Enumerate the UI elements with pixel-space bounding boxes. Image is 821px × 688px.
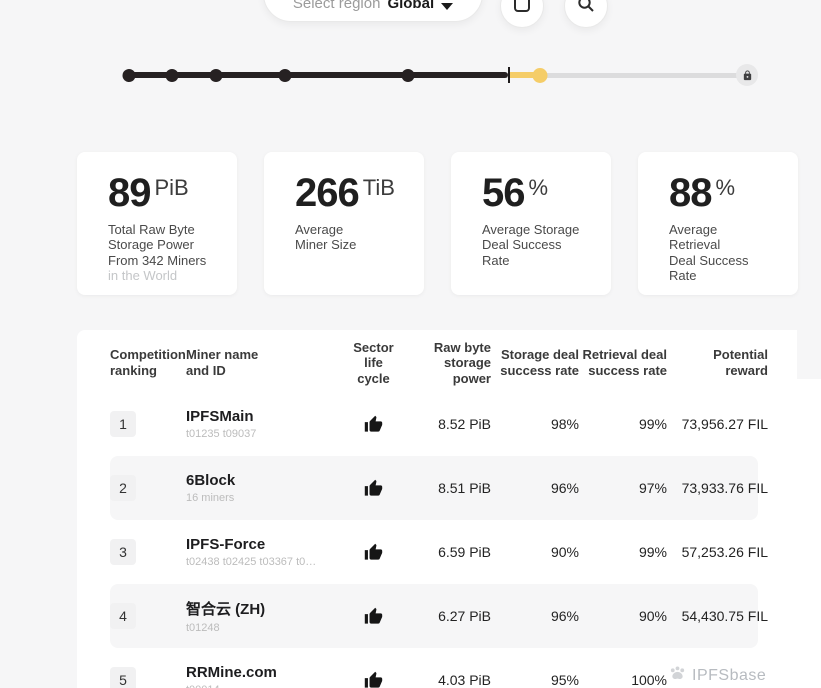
stat-label: Total Raw Byte Storage Power From 342 Mi… xyxy=(108,222,229,268)
timeline-dot[interactable] xyxy=(123,69,136,82)
stat-card-avg-miner-size: 266TiB Average Miner Size xyxy=(264,152,424,295)
table-row[interactable]: 2 6Block 16 miners 8.51 PiB 96% 97% 73,9… xyxy=(110,456,768,520)
retrieval-success-value: 99% xyxy=(579,544,667,560)
bookmark-button[interactable] xyxy=(500,0,544,28)
storage-success-value: 95% xyxy=(491,672,579,688)
raw-byte-power-value: 4.03 PiB xyxy=(421,672,491,688)
thumbs-up-icon xyxy=(364,671,383,688)
timeline-dot[interactable] xyxy=(209,69,222,82)
header-potential-reward: Potential reward xyxy=(667,347,768,378)
stat-card-total-power: 89PiB Total Raw Byte Storage Power From … xyxy=(77,152,237,295)
stat-unit: % xyxy=(716,175,736,201)
raw-byte-power-value: 6.27 PiB xyxy=(421,608,491,624)
raw-byte-power-value: 8.51 PiB xyxy=(421,480,491,496)
header-storage-success: Storage deal success rate xyxy=(491,347,579,378)
retrieval-success-value: 99% xyxy=(579,416,667,432)
slider-tick xyxy=(508,67,510,83)
storage-success-value: 96% xyxy=(491,608,579,624)
storage-success-value: 96% xyxy=(491,480,579,496)
header-retrieval-success: Retrieval deal success rate xyxy=(579,347,667,378)
table-header: Competition ranking Miner name and ID Se… xyxy=(110,330,768,392)
miner-id: 16 miners xyxy=(186,492,321,504)
stat-card-retrieval-success: 88% Average Retrieval Deal Success Rate xyxy=(638,152,798,295)
retrieval-success-value: 100% xyxy=(579,672,667,688)
miner-id: t00014 xyxy=(186,684,321,688)
rank-badge: 3 xyxy=(110,539,136,565)
stat-value: 88 xyxy=(669,172,712,214)
stat-value: 266 xyxy=(295,172,359,214)
retrieval-success-value: 90% xyxy=(579,608,667,624)
rank-badge: 5 xyxy=(110,667,136,688)
table-row[interactable]: 3 IPFS-Force t02438 t02425 t03367 t078… … xyxy=(110,520,768,584)
miner-name[interactable]: 6Block xyxy=(186,472,326,489)
timeline-dot[interactable] xyxy=(165,69,178,82)
slider-handle[interactable] xyxy=(533,68,548,83)
timeline-dot[interactable] xyxy=(401,69,414,82)
potential-reward-value: 73,956.27 FIL xyxy=(667,416,768,432)
header-sector-life-cycle: Sector life cycle xyxy=(326,340,421,387)
miner-id: t01248 xyxy=(186,622,321,634)
raw-byte-power-value: 6.59 PiB xyxy=(421,544,491,560)
timeline-dot[interactable] xyxy=(279,69,292,82)
stat-unit: PiB xyxy=(155,175,189,201)
stat-sublabel: in the World xyxy=(108,268,229,283)
region-select-label: Select region xyxy=(293,0,381,12)
header-competition-ranking: Competition ranking xyxy=(110,347,186,378)
header-corner-patch xyxy=(797,330,821,379)
lock-icon xyxy=(736,64,758,86)
storage-success-value: 90% xyxy=(491,544,579,560)
header-miner-name: Miner name and ID xyxy=(186,347,326,378)
miner-table: Competition ranking Miner name and ID Se… xyxy=(77,330,821,688)
stat-card-storage-success: 56% Average Storage Deal Success Rate xyxy=(451,152,611,295)
table-row[interactable]: 4 智合云 (ZH) t01248 6.27 PiB 96% 90% 54,43… xyxy=(110,584,768,648)
retrieval-success-value: 97% xyxy=(579,480,667,496)
dashboard-page: Select region Global xyxy=(0,0,821,688)
stat-unit: TiB xyxy=(363,175,395,201)
watermark: IPFSbase xyxy=(668,664,766,688)
raw-byte-power-value: 8.52 PiB xyxy=(421,416,491,432)
stat-value: 89 xyxy=(108,172,151,214)
miner-name[interactable]: RRMine.com xyxy=(186,664,326,681)
timeline-slider[interactable] xyxy=(128,62,747,88)
potential-reward-value: 57,253.26 FIL xyxy=(667,544,768,560)
potential-reward-value: 54,430.75 FIL xyxy=(667,608,768,624)
miner-name[interactable]: 智合云 (ZH) xyxy=(186,598,326,619)
miner-name[interactable]: IPFSMain xyxy=(186,408,326,425)
stat-label: Average Storage Deal Success Rate xyxy=(482,222,603,268)
potential-reward-value: 73,933.76 FIL xyxy=(667,480,768,496)
watermark-text: IPFSbase xyxy=(692,667,766,685)
search-button[interactable] xyxy=(564,0,608,28)
miner-id: t02438 t02425 t03367 t078… xyxy=(186,556,321,568)
stat-cards: 89PiB Total Raw Byte Storage Power From … xyxy=(77,152,798,295)
region-select[interactable]: Select region Global xyxy=(263,0,483,22)
rank-badge: 2 xyxy=(110,475,136,501)
miner-id: t01235 t09037 xyxy=(186,428,321,440)
slider-filled-segment xyxy=(128,72,508,78)
table-row[interactable]: 1 IPFSMain t01235 t09037 8.52 PiB 98% 99… xyxy=(110,392,768,456)
stat-unit: % xyxy=(529,175,549,201)
thumbs-up-icon xyxy=(364,415,383,432)
thumbs-up-icon xyxy=(364,543,383,560)
paw-icon xyxy=(668,664,687,688)
miner-name[interactable]: IPFS-Force xyxy=(186,536,326,553)
region-select-value: Global xyxy=(387,0,434,12)
thumbs-up-icon xyxy=(364,479,383,496)
rank-badge: 4 xyxy=(110,603,136,629)
stat-label: Average Retrieval Deal Success Rate xyxy=(669,222,790,283)
stat-value: 56 xyxy=(482,172,525,214)
stat-label: Average Miner Size xyxy=(295,222,416,253)
bookmark-icon xyxy=(513,0,531,18)
thumbs-up-icon xyxy=(364,607,383,624)
chevron-down-icon xyxy=(441,3,453,10)
search-icon xyxy=(577,0,595,18)
header-raw-byte-power: Raw byte storage power xyxy=(421,340,491,387)
storage-success-value: 98% xyxy=(491,416,579,432)
rank-badge: 1 xyxy=(110,411,136,437)
